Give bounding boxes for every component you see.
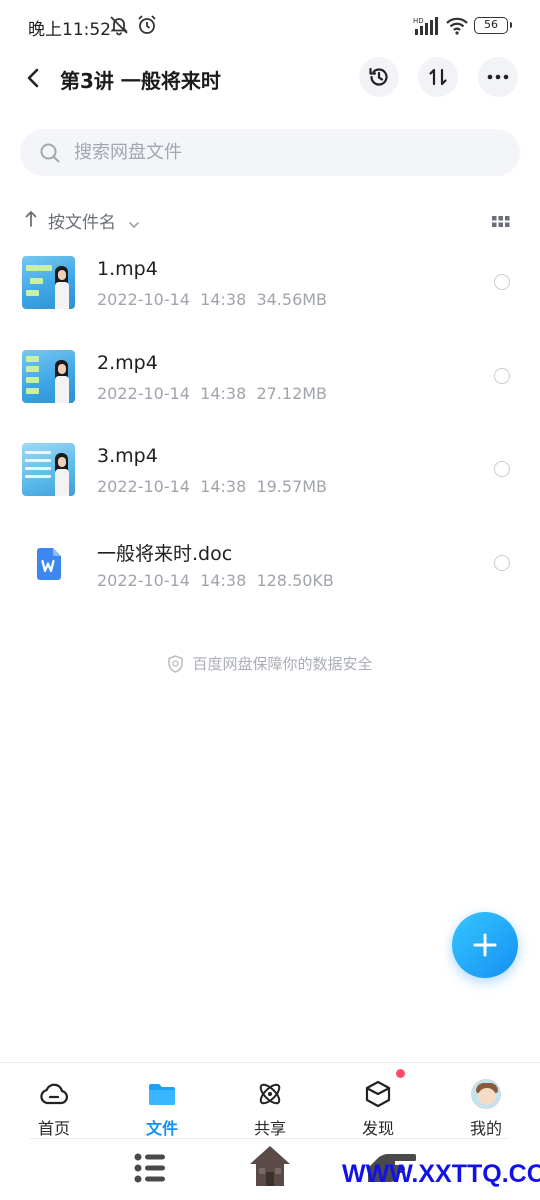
file-meta: 2022-10-14 14:38 19.57MB bbox=[97, 477, 327, 496]
cube-icon bbox=[363, 1079, 393, 1109]
system-nav-bar: WWW.XXTTQ.COM bbox=[0, 1138, 540, 1200]
tab-label: 发现 bbox=[361, 1119, 394, 1138]
sort-by-name-label[interactable]: 按文件名 bbox=[48, 208, 116, 233]
transfer-arrows-icon bbox=[429, 68, 447, 86]
file-time: 14:38 bbox=[200, 571, 247, 590]
search-icon bbox=[39, 142, 61, 168]
history-button[interactable] bbox=[359, 57, 399, 97]
file-date: 2022-10-14 bbox=[97, 571, 190, 590]
more-button[interactable] bbox=[478, 57, 518, 97]
file-row[interactable]: 一般将来时.doc 2022-10-14 14:38 128.50KB bbox=[0, 523, 540, 603]
history-icon bbox=[369, 67, 388, 86]
word-doc-icon bbox=[22, 537, 75, 590]
tab-share[interactable]: 共享 bbox=[216, 1063, 324, 1139]
safety-note: 百度网盘保障你的数据安全 bbox=[0, 653, 540, 677]
video-thumbnail bbox=[22, 443, 75, 496]
file-time: 14:38 bbox=[200, 477, 247, 496]
file-row[interactable]: 2.mp4 2022-10-14 14:38 27.12MB bbox=[0, 336, 540, 416]
tab-label: 首页 bbox=[37, 1119, 70, 1138]
video-thumbnail bbox=[22, 350, 75, 403]
tab-label: 我的 bbox=[469, 1119, 502, 1138]
folder-icon bbox=[147, 1079, 177, 1109]
menu-icon[interactable] bbox=[133, 1150, 167, 1190]
status-time: 晚上11:52 bbox=[28, 20, 111, 40]
alarm-icon bbox=[136, 14, 158, 40]
select-radio[interactable] bbox=[494, 461, 510, 477]
file-name: 2.mp4 bbox=[97, 352, 158, 374]
file-size: 19.57MB bbox=[256, 477, 328, 496]
battery-indicator: 56 bbox=[474, 17, 512, 34]
file-name: 1.mp4 bbox=[97, 258, 158, 280]
search-box[interactable] bbox=[20, 129, 520, 176]
avatar bbox=[471, 1079, 501, 1109]
file-row[interactable]: 3.mp4 2022-10-14 14:38 19.57MB bbox=[0, 429, 540, 509]
file-size: 27.12MB bbox=[256, 384, 328, 403]
wifi-icon bbox=[445, 16, 469, 40]
video-thumbnail bbox=[22, 256, 75, 309]
bell-muted-icon bbox=[108, 14, 130, 40]
back-button[interactable] bbox=[18, 61, 48, 95]
file-date: 2022-10-14 bbox=[97, 384, 190, 403]
search-input[interactable] bbox=[74, 129, 494, 176]
signal-icon: HD bbox=[413, 16, 439, 40]
atom-icon bbox=[255, 1079, 285, 1109]
tab-label: 文件 bbox=[145, 1119, 178, 1138]
file-time: 14:38 bbox=[200, 290, 247, 309]
file-row[interactable]: 1.mp4 2022-10-14 14:38 34.56MB bbox=[0, 242, 540, 322]
svg-text:HD: HD bbox=[413, 17, 424, 25]
tab-me[interactable]: 我的 bbox=[432, 1063, 540, 1139]
shield-icon bbox=[168, 654, 184, 673]
file-time: 14:38 bbox=[200, 384, 247, 403]
watermark-text: WWW.XXTTQ.COM bbox=[342, 1160, 540, 1188]
select-radio[interactable] bbox=[494, 368, 510, 384]
home-house-icon[interactable] bbox=[246, 1142, 294, 1194]
chevron-down-icon[interactable] bbox=[128, 214, 140, 233]
transfer-button[interactable] bbox=[418, 57, 458, 97]
file-date: 2022-10-14 bbox=[97, 290, 190, 309]
file-size: 34.56MB bbox=[256, 290, 328, 309]
file-name: 3.mp4 bbox=[97, 445, 158, 467]
file-meta: 2022-10-14 14:38 34.56MB bbox=[97, 290, 327, 309]
sort-arrow-up-icon[interactable] bbox=[24, 210, 38, 232]
file-name: 一般将来时.doc bbox=[97, 543, 233, 565]
sort-row: 按文件名 bbox=[22, 205, 522, 235]
chevron-left-icon bbox=[27, 68, 39, 88]
file-meta: 2022-10-14 14:38 27.12MB bbox=[97, 384, 327, 403]
notification-dot bbox=[396, 1069, 405, 1078]
more-dots-icon bbox=[487, 74, 509, 80]
cloud-icon bbox=[39, 1079, 69, 1109]
header: 第3讲 一般将来时 bbox=[0, 52, 540, 104]
status-bar: 晚上11:52 HD 56 bbox=[0, 0, 540, 52]
tab-home[interactable]: 首页 bbox=[0, 1063, 108, 1139]
safety-text: 百度网盘保障你的数据安全 bbox=[192, 655, 373, 673]
file-date: 2022-10-14 bbox=[97, 477, 190, 496]
tab-discover[interactable]: 发现 bbox=[324, 1063, 432, 1139]
divider bbox=[30, 1138, 510, 1139]
select-radio[interactable] bbox=[494, 555, 510, 571]
file-size: 128.50KB bbox=[256, 571, 334, 590]
page-title: 第3讲 一般将来时 bbox=[60, 69, 221, 93]
plus-icon bbox=[473, 933, 497, 957]
tab-label: 共享 bbox=[253, 1119, 286, 1138]
file-meta: 2022-10-14 14:38 128.50KB bbox=[97, 571, 334, 590]
bottom-tab-bar: 首页 文件 共享 发现 我的 bbox=[0, 1062, 540, 1138]
add-button[interactable] bbox=[452, 912, 518, 978]
grid-view-icon[interactable] bbox=[492, 213, 510, 232]
tab-files[interactable]: 文件 bbox=[108, 1063, 216, 1139]
select-radio[interactable] bbox=[494, 274, 510, 290]
